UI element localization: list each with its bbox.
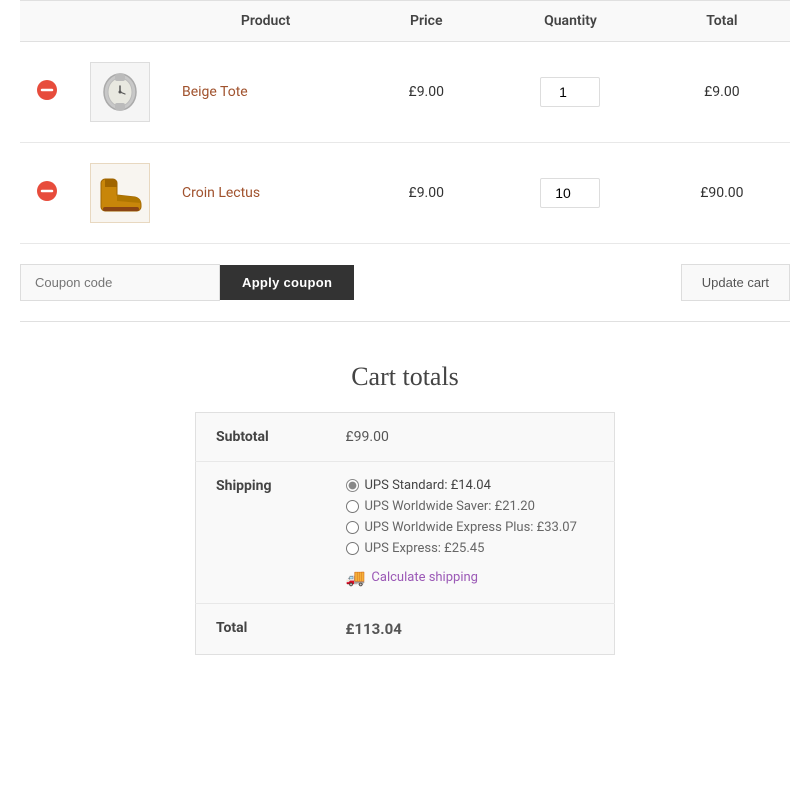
total-col-header: Total	[654, 1, 790, 42]
calc-shipping-text: Calculate shipping	[371, 570, 478, 585]
cart-totals-title: Cart totals	[195, 362, 615, 392]
cart-table: Product Price Quantity Total	[20, 0, 790, 244]
shipping-row: Shipping UPS Standard: £14.04 UPS Worldw…	[196, 462, 615, 604]
subtotal-row: Subtotal £99.00	[196, 413, 615, 462]
shipping-option: UPS Worldwide Express Plus: £33.07	[346, 520, 595, 535]
product-price: £9.00	[365, 42, 487, 143]
product-name-link[interactable]: Croin Lectus	[182, 185, 260, 201]
calculate-shipping-link[interactable]: 🚚 Calculate shipping	[346, 568, 595, 587]
shipping-option: UPS Worldwide Saver: £21.20	[346, 499, 595, 514]
subtotal-label: Subtotal	[196, 413, 326, 462]
product-price: £9.00	[365, 143, 487, 244]
coupon-input[interactable]	[20, 264, 220, 301]
coupon-row: Apply coupon Update cart	[20, 244, 790, 322]
cart-totals-section: Cart totals Subtotal £99.00 Shipping UPS…	[195, 362, 615, 655]
shipping-radio[interactable]	[346, 500, 359, 513]
shipping-option-label: UPS Express: £25.45	[365, 541, 485, 556]
apply-coupon-button[interactable]: Apply coupon	[220, 265, 354, 300]
shipping-options-list: UPS Standard: £14.04 UPS Worldwide Saver…	[346, 478, 595, 556]
shipping-option: UPS Express: £25.45	[346, 541, 595, 556]
price-col-header: Price	[365, 1, 487, 42]
table-row: Beige Tote £9.00 £9.00	[20, 42, 790, 143]
product-name-link[interactable]: Beige Tote	[182, 84, 248, 100]
truck-icon: 🚚	[346, 568, 366, 587]
remove-icon	[36, 79, 58, 101]
shipping-option-label: UPS Standard: £14.04	[365, 478, 491, 493]
shipping-option: UPS Standard: £14.04	[346, 478, 595, 493]
remove-item-button[interactable]	[36, 79, 58, 101]
subtotal-value: £99.00	[326, 413, 615, 462]
quantity-col-header: Quantity	[487, 1, 653, 42]
shipping-radio[interactable]	[346, 479, 359, 492]
remove-item-button[interactable]	[36, 180, 58, 202]
boot-svg	[91, 171, 149, 215]
shipping-option-label: UPS Worldwide Express Plus: £33.07	[365, 520, 577, 535]
shipping-radio[interactable]	[346, 542, 359, 555]
coupon-left: Apply coupon	[20, 264, 354, 301]
total-label: Total	[196, 604, 326, 655]
shipping-option-label: UPS Worldwide Saver: £21.20	[365, 499, 535, 514]
remove-col-header	[20, 1, 74, 42]
update-cart-button[interactable]: Update cart	[681, 264, 790, 301]
table-row: Croin Lectus £9.00 £90.00	[20, 143, 790, 244]
totals-table: Subtotal £99.00 Shipping UPS Standard: £…	[195, 412, 615, 655]
product-thumbnail	[90, 62, 150, 122]
remove-icon	[36, 180, 58, 202]
shipping-label: Shipping	[196, 462, 326, 604]
product-total: £9.00	[654, 42, 790, 143]
total-row: Total £113.04	[196, 604, 615, 655]
product-col-header: Product	[166, 1, 365, 42]
thumb-col-header	[74, 1, 166, 42]
shipping-radio[interactable]	[346, 521, 359, 534]
quantity-input[interactable]	[540, 178, 600, 208]
quantity-input[interactable]	[540, 77, 600, 107]
product-thumbnail	[90, 163, 150, 223]
shipping-options-cell: UPS Standard: £14.04 UPS Worldwide Saver…	[326, 462, 615, 604]
product-total: £90.00	[654, 143, 790, 244]
watch-svg	[94, 66, 146, 118]
total-value: £113.04	[326, 604, 615, 655]
